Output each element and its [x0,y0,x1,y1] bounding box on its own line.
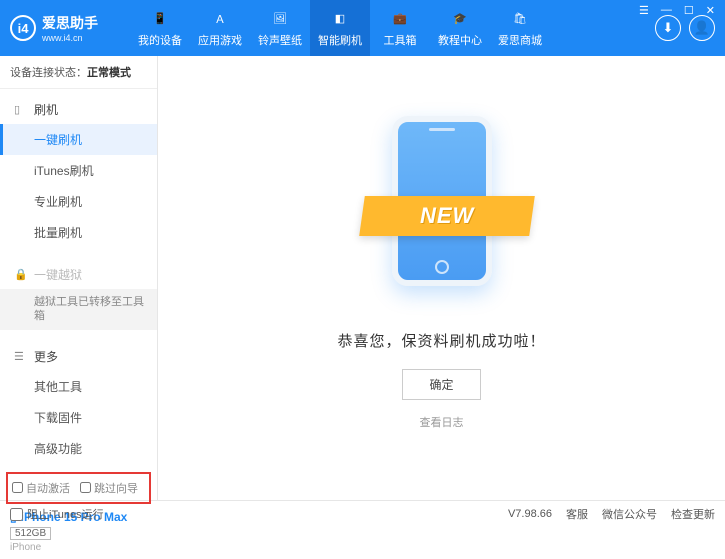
nav-label: 教程中心 [438,32,482,48]
nav-toolbox[interactable]: 💼 工具箱 [370,0,430,56]
user-button[interactable]: 👤 [689,15,715,41]
block-itunes-checkbox[interactable]: 阻止iTunes运行 [10,506,104,522]
options-box: 自动激活 跳过向导 [6,472,151,504]
auto-activate-checkbox[interactable]: 自动激活 [12,480,70,496]
sidebar-item-oneclick[interactable]: 一键刷机 [0,124,157,155]
app-url: www.i4.cn [42,33,98,43]
nav-flash[interactable]: ◧ 智能刷机 [310,0,370,56]
nav-tutorials[interactable]: 🎓 教程中心 [430,0,490,56]
nav-label: 我的设备 [138,32,182,48]
nav-ringtones[interactable]: 🖼 铃声壁纸 [250,0,310,56]
nav-label: 工具箱 [384,32,417,48]
main-content: NEW 恭喜您，保资料刷机成功啦！ 确定 查看日志 [158,56,725,500]
download-button[interactable]: ⬇ [655,15,681,41]
sidebar-jailbreak-note: 越狱工具已转移至工具箱 [0,289,157,330]
success-message: 恭喜您，保资料刷机成功啦！ [337,330,545,351]
lock-icon: 🔒 [14,268,28,281]
nav-label: 智能刷机 [318,32,362,48]
nav-my-device[interactable]: 📱 我的设备 [130,0,190,56]
apps-icon: Ａ [210,9,230,29]
connection-status: 设备连接状态：正常模式 [0,56,157,89]
version-label: V7.98.66 [508,508,552,520]
phone-icon: ▯ [14,103,28,116]
menu-icon: ☰ [14,350,28,363]
success-illustration: NEW [382,116,502,306]
sidebar-item-batch[interactable]: 批量刷机 [0,217,157,248]
skip-guide-checkbox[interactable]: 跳过向导 [80,480,138,496]
sidebar-jailbreak-header[interactable]: 🔒 一键越狱 [0,260,157,289]
flash-icon: ◧ [330,9,350,29]
sidebar-item-pro[interactable]: 专业刷机 [0,186,157,217]
ui-settings-icon[interactable]: ☰ [637,4,651,17]
logo: i4 爱思助手 www.i4.cn [10,13,130,43]
sidebar-flash-header[interactable]: ▯ 刷机 [0,95,157,124]
maximize-icon[interactable]: ☐ [682,4,696,17]
tutorial-icon: 🎓 [450,9,470,29]
sidebar-item-download-fw[interactable]: 下载固件 [0,402,157,433]
nav-label: 应用游戏 [198,32,242,48]
sidebar-item-itunes[interactable]: iTunes刷机 [0,155,157,186]
nav-apps[interactable]: Ａ 应用游戏 [190,0,250,56]
minimize-icon[interactable]: — [659,4,674,17]
sidebar-item-othertools[interactable]: 其他工具 [0,371,157,402]
app-name: 爱思助手 [42,13,98,33]
device-icon: 📱 [150,9,170,29]
service-link[interactable]: 客服 [566,506,588,522]
wallpaper-icon: 🖼 [270,9,290,29]
nav-label: 爱思商城 [498,32,542,48]
ok-button[interactable]: 确定 [402,369,480,400]
update-link[interactable]: 检查更新 [671,506,715,522]
sidebar-more-header[interactable]: ☰ 更多 [0,342,157,371]
close-icon[interactable]: ✕ [704,4,717,17]
header: i4 爱思助手 www.i4.cn 📱 我的设备 Ａ 应用游戏 🖼 铃声壁纸 ◧… [0,0,725,56]
logo-icon: i4 [10,15,36,41]
device-storage: 512GB [10,527,51,540]
nav-store[interactable]: 🛍 爱思商城 [490,0,550,56]
nav: 📱 我的设备 Ａ 应用游戏 🖼 铃声壁纸 ◧ 智能刷机 💼 工具箱 🎓 教程中心… [130,0,655,56]
wechat-link[interactable]: 微信公众号 [602,506,657,522]
store-icon: 🛍 [510,9,530,29]
view-log-link[interactable]: 查看日志 [420,414,464,430]
sidebar-item-advanced[interactable]: 高级功能 [0,433,157,464]
sidebar: 设备连接状态：正常模式 ▯ 刷机 一键刷机 iTunes刷机 专业刷机 批量刷机… [0,56,158,500]
nav-label: 铃声壁纸 [258,32,302,48]
new-ribbon: NEW [359,196,535,236]
device-type: iPhone [10,542,147,553]
toolbox-icon: 💼 [390,9,410,29]
